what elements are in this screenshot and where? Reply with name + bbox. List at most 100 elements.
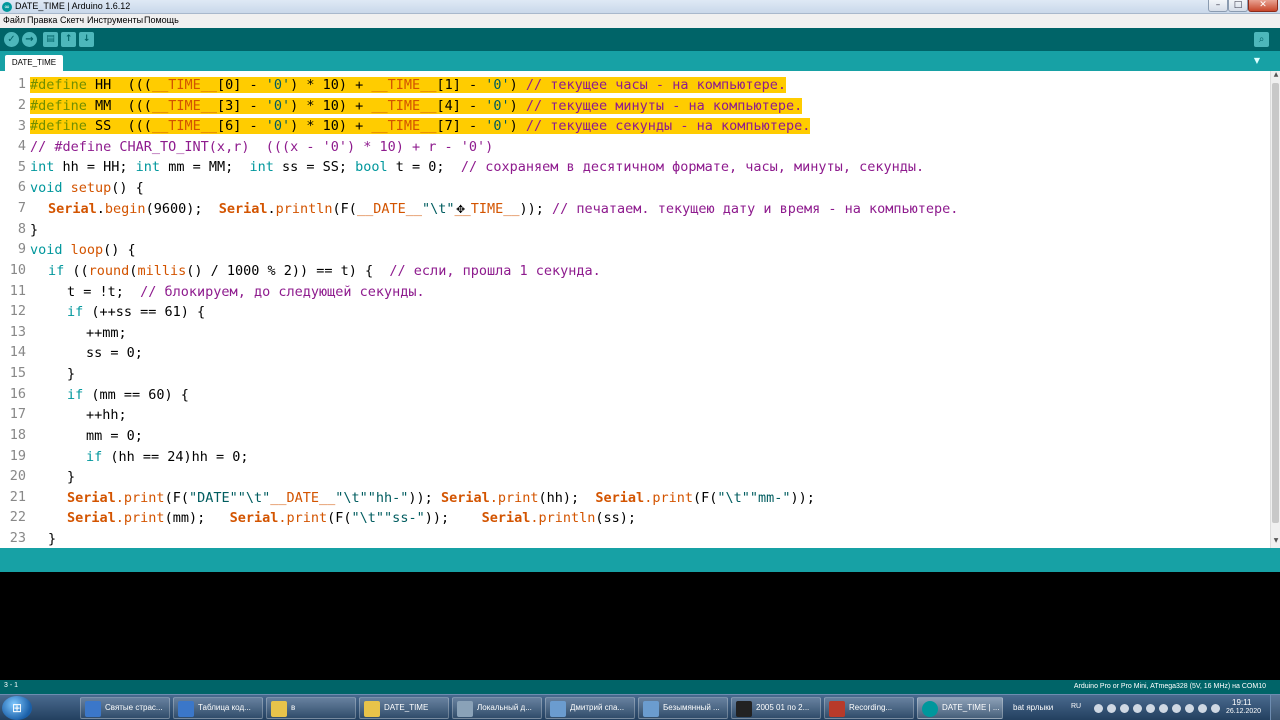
menu-bar: Файл Правка Скетч Инструменты Помощь bbox=[0, 14, 1280, 28]
code-token: [3] - bbox=[216, 98, 266, 114]
tray-icon[interactable] bbox=[1094, 704, 1103, 713]
tab-date-time[interactable]: DATE_TIME bbox=[5, 55, 63, 71]
arduino-logo-icon: ∞ bbox=[2, 2, 12, 12]
serial-monitor-button[interactable]: ⌕ bbox=[1254, 32, 1269, 47]
line-number: 4 bbox=[17, 138, 26, 154]
menu-sketch[interactable]: Скетч bbox=[60, 15, 84, 25]
line-number: 13 bbox=[9, 324, 26, 340]
code-token: begin bbox=[104, 201, 146, 217]
tray-icon[interactable] bbox=[1120, 704, 1129, 713]
save-sketch-button[interactable]: ↓ bbox=[79, 32, 94, 47]
document-icon bbox=[550, 701, 566, 717]
code-editor[interactable]: 1 2 3 4 5 6 7 8 9 10 11 12 13 14 15 16 1… bbox=[0, 71, 1280, 548]
open-sketch-button[interactable]: ↑ bbox=[61, 32, 76, 47]
code-token: "DATE""\t" bbox=[188, 490, 271, 506]
code-token: __TIME__ bbox=[371, 118, 437, 134]
new-sketch-button[interactable]: ▤ bbox=[43, 32, 58, 47]
menu-file[interactable]: Файл bbox=[3, 15, 25, 25]
code-line: ss = 0; bbox=[86, 345, 143, 361]
menu-tools[interactable]: Инструменты bbox=[87, 15, 143, 25]
console-output[interactable] bbox=[0, 572, 1280, 680]
maximize-button[interactable]: □ bbox=[1228, 0, 1248, 12]
code-line: if (hh == 24)hh = 0; bbox=[86, 447, 249, 467]
tray-icon[interactable] bbox=[1107, 704, 1116, 713]
code-line: int hh = HH; int mm = MM; int ss = SS; b… bbox=[30, 157, 924, 177]
code-token: .print bbox=[115, 490, 165, 506]
tray-icon[interactable] bbox=[1185, 704, 1194, 713]
taskbar: ⊞ Святые страс... Таблица код... в DATE_… bbox=[0, 694, 1280, 720]
code-token: () / 1000 % 2)) == t) { bbox=[186, 263, 390, 279]
code-token: #define bbox=[30, 98, 87, 114]
code-token: Serial bbox=[481, 510, 531, 526]
code-token: '0' bbox=[265, 77, 291, 93]
menu-help[interactable]: Помощь bbox=[144, 15, 179, 25]
taskbar-item[interactable]: Дмитрий спа... bbox=[545, 697, 635, 719]
line-number: 1 bbox=[17, 76, 26, 92]
folder-icon bbox=[271, 701, 287, 717]
tray-icon[interactable] bbox=[1146, 704, 1155, 713]
code-token: __TIME__ bbox=[151, 118, 217, 134]
code-token: [4] - bbox=[436, 98, 486, 114]
taskbar-item[interactable]: Локальный д... bbox=[452, 697, 542, 719]
clock-time[interactable]: 19:11 bbox=[1232, 698, 1251, 707]
code-token: (F( bbox=[692, 490, 718, 506]
show-desktop-button[interactable] bbox=[1270, 695, 1280, 720]
code-line: t = !t; // блокируем, до следующей секун… bbox=[67, 282, 425, 302]
tray-icon[interactable] bbox=[1159, 704, 1168, 713]
line-number: 3 bbox=[17, 118, 26, 134]
line-number: 9 bbox=[17, 241, 26, 257]
taskbar-item[interactable]: DATE_TIME bbox=[359, 697, 449, 719]
close-button[interactable]: ✕ bbox=[1248, 0, 1278, 12]
verify-button[interactable]: ✓ bbox=[4, 32, 19, 47]
code-token: mm = MM; bbox=[160, 159, 250, 175]
volume-icon[interactable] bbox=[1198, 704, 1207, 713]
taskbar-item[interactable]: Святые страс... bbox=[80, 697, 170, 719]
code-token: "\t""mm-" bbox=[717, 490, 791, 506]
toolbar: ✓ → ▤ ↑ ↓ ⌕ bbox=[0, 28, 1280, 51]
tray-icon[interactable] bbox=[1172, 704, 1181, 713]
scroll-down-icon[interactable]: ▼ bbox=[1271, 537, 1280, 547]
code-token: [1] - bbox=[436, 77, 486, 93]
code-token: Serial bbox=[48, 201, 97, 217]
tab-menu-icon[interactable]: ▼ bbox=[1252, 56, 1262, 66]
taskbar-item[interactable]: в bbox=[266, 697, 356, 719]
scroll-up-icon[interactable]: ▲ bbox=[1271, 71, 1280, 81]
line-number: 5 bbox=[17, 159, 26, 175]
code-token: millis bbox=[137, 263, 187, 279]
code-token: __TIME__ bbox=[371, 77, 437, 93]
taskbar-item[interactable]: Recording... bbox=[824, 697, 914, 719]
tray-icon[interactable] bbox=[1133, 704, 1142, 713]
scrollbar-thumb[interactable] bbox=[1272, 83, 1279, 523]
line-number: 6 bbox=[17, 179, 26, 195]
taskbar-item[interactable]: 2005 01 по 2... bbox=[731, 697, 821, 719]
taskbar-item-arduino[interactable]: DATE_TIME | ... bbox=[917, 697, 1003, 719]
line-number: 23 bbox=[9, 530, 26, 546]
document-icon bbox=[643, 701, 659, 717]
code-token: t = 0; bbox=[387, 159, 461, 175]
code-line: if ((round(millis() / 1000 % 2)) == t) {… bbox=[48, 261, 601, 281]
line-number: 17 bbox=[9, 406, 26, 422]
toolbar-label[interactable]: bat ярлыки bbox=[1013, 703, 1053, 712]
taskbar-item[interactable]: Таблица код... bbox=[173, 697, 263, 719]
upload-button[interactable]: → bbox=[22, 32, 37, 47]
window-icon bbox=[85, 701, 101, 717]
line-number: 2 bbox=[17, 97, 26, 113]
arduino-icon bbox=[922, 701, 938, 717]
code-token: . bbox=[267, 201, 276, 217]
code-token: Serial bbox=[67, 510, 116, 526]
code-line: // #define CHAR_TO_INT(x,r) (((x - '0') … bbox=[30, 139, 494, 155]
start-button[interactable]: ⊞ bbox=[2, 696, 32, 720]
code-token: SS ((( bbox=[86, 118, 152, 134]
code-token: HH ((( bbox=[86, 77, 152, 93]
code-line: ++hh; bbox=[86, 407, 127, 423]
code-token: '0' bbox=[265, 118, 291, 134]
menu-edit[interactable]: Правка bbox=[27, 15, 57, 25]
code-token: Serial bbox=[218, 201, 268, 217]
language-indicator[interactable]: RU bbox=[1071, 703, 1081, 710]
network-icon[interactable] bbox=[1211, 704, 1220, 713]
minimize-button[interactable]: – bbox=[1208, 0, 1228, 12]
taskbar-item[interactable]: Безымянный ... bbox=[638, 697, 728, 719]
editor-scrollbar[interactable]: ▲ ▼ bbox=[1270, 71, 1280, 548]
line-number: 14 bbox=[9, 344, 26, 360]
clock-date[interactable]: 26.12.2020 bbox=[1226, 708, 1261, 715]
